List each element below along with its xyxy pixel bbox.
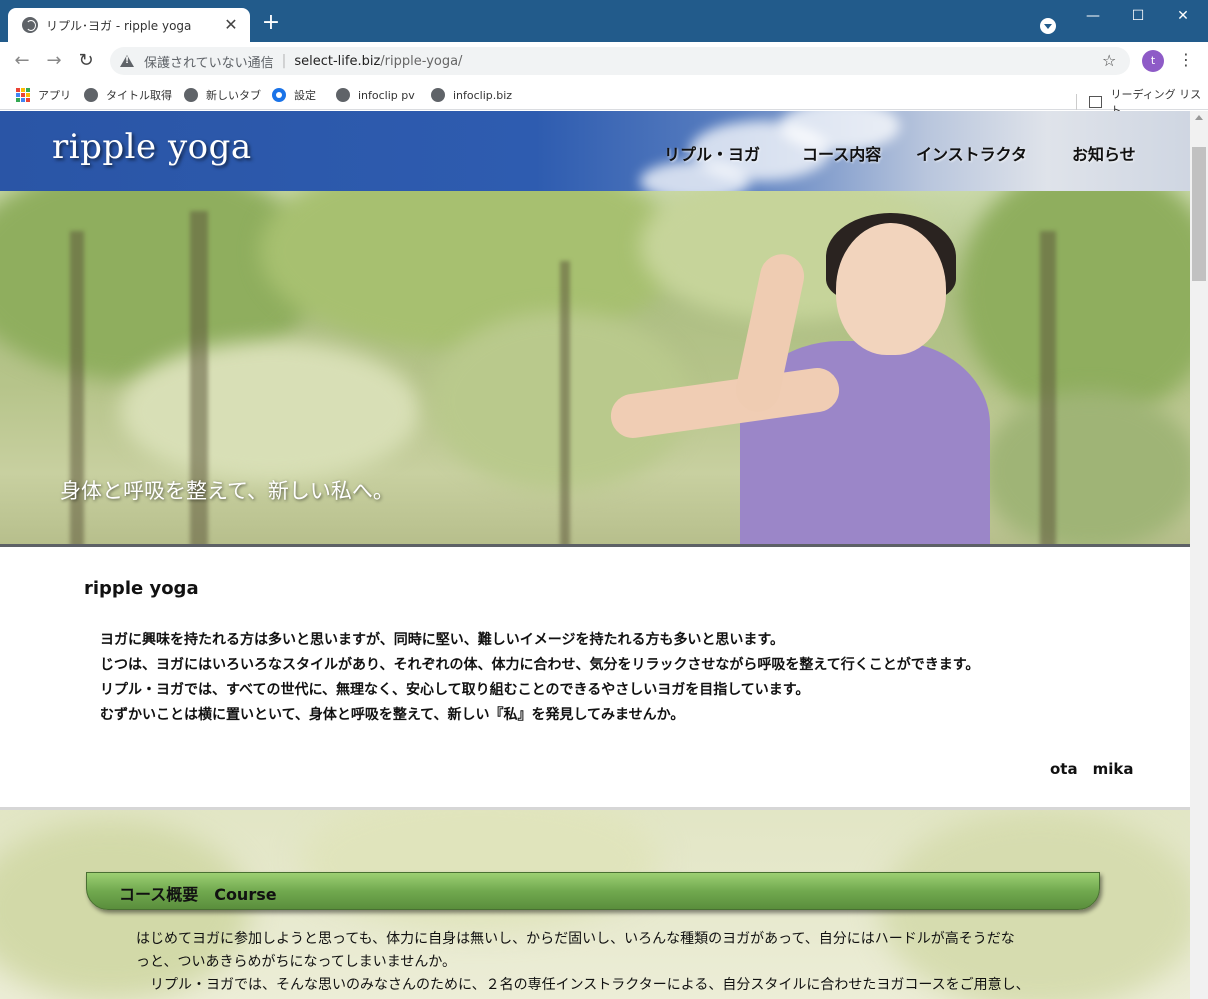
page-scrollbar[interactable]: [1190, 111, 1208, 999]
browser-tab-bar: リプル･ヨガ - ripple yoga ✕ + — ☐ ✕: [0, 0, 1208, 42]
course-paragraph: はじめてヨガに参加しようと思っても、体力に自身は無いし、からだ固いし、いろんな種…: [136, 931, 1015, 947]
reload-button[interactable]: ↻: [74, 50, 98, 72]
address-bar[interactable]: 保護されていない通信 | select-life.biz/ripple-yoga…: [110, 47, 1130, 75]
hero-image: 身体と呼吸を整えて、新しい私へ。: [0, 191, 1190, 547]
browser-tab[interactable]: リプル･ヨガ - ripple yoga ✕: [8, 8, 250, 42]
course-section: コース概要 Course はじめてヨガに参加しようと思っても、体力に自身は無いし…: [0, 810, 1190, 999]
course-paragraph: っと、ついあきらめがちになってしまいませんか。: [136, 954, 457, 970]
reading-list-icon: [1088, 96, 1103, 108]
profile-avatar[interactable]: t: [1142, 50, 1164, 72]
bookmark-label: タイトル取得: [106, 89, 172, 102]
back-button[interactable]: ←: [10, 50, 34, 72]
bookmark-label: infoclip pv: [358, 88, 415, 102]
address-separator: |: [281, 53, 287, 69]
intro-body: ヨガに興味を持たれる方は多いと思いますが、同時に堅い、難しいイメージを持たれる方…: [100, 628, 1100, 728]
nav-item-news[interactable]: お知らせ: [1072, 141, 1136, 165]
url-host: select-life.biz: [294, 53, 381, 69]
maximize-button[interactable]: ☐: [1115, 4, 1161, 28]
bookmark-infoclip-pv[interactable]: infoclip pv: [336, 86, 415, 104]
scroll-thumb[interactable]: [1192, 147, 1206, 281]
foliage-decoration: [300, 810, 660, 930]
new-tab-button[interactable]: +: [260, 12, 282, 34]
site-header: ripple yoga リプル・ヨガ コース内容 インストラクタ お知らせ: [0, 111, 1190, 201]
minimize-button[interactable]: —: [1070, 4, 1116, 28]
bookmark-title-get[interactable]: タイトル取得: [84, 86, 172, 104]
intro-paragraph: リプル・ヨガでは、すべての世代に、無理なく、安心して取り組むことのできるやさしい…: [100, 682, 810, 698]
globe-icon: [336, 88, 350, 102]
browser-toolbar: ← → ↻ 保護されていない通信 | select-life.biz/rippl…: [0, 42, 1208, 80]
bookmark-new-tab[interactable]: 新しいタブ: [184, 86, 261, 104]
nav-item-course[interactable]: コース内容: [802, 141, 881, 165]
course-heading-bar: コース概要 Course: [86, 872, 1100, 910]
intro-paragraph: むずかいことは横に置いといて、身体と呼吸を整えて、新しい『私』を発見してみません…: [100, 707, 685, 723]
tree-trunk: [560, 261, 570, 544]
browser-menu-icon[interactable]: ⋮: [1178, 50, 1194, 69]
intro-signature: ota mika: [1050, 760, 1134, 778]
intro-paragraph: じつは、ヨガにはいろいろなスタイルがあり、それぞれの体、体力に合わせ、気分をリラ…: [100, 657, 980, 673]
bookmark-star-icon[interactable]: ☆: [1102, 51, 1116, 70]
tab-close-icon[interactable]: ✕: [222, 16, 240, 34]
course-body: はじめてヨガに参加しようと思っても、体力に自身は無いし、からだ固いし、いろんな種…: [136, 928, 1036, 997]
bookmark-label: アプリ: [38, 89, 71, 102]
bookmark-settings[interactable]: 設定: [272, 86, 316, 104]
bookmark-label: infoclip.biz: [453, 88, 513, 102]
foliage-decoration: [120, 341, 420, 481]
nav-item-instructor[interactable]: インストラクタ: [916, 141, 1027, 165]
apps-icon: [16, 88, 30, 102]
scroll-up-arrow-icon[interactable]: [1195, 115, 1203, 120]
url-path: /ripple-yoga/: [380, 53, 463, 69]
warning-icon[interactable]: [120, 55, 134, 67]
hero-tagline: 身体と呼吸を整えて、新しい私へ。: [60, 479, 394, 503]
intro-title: ripple yoga: [84, 578, 199, 599]
foliage-decoration: [960, 191, 1190, 421]
bookmark-infoclip-biz[interactable]: infoclip.biz: [431, 86, 512, 104]
tree-trunk: [1040, 231, 1056, 544]
forward-button[interactable]: →: [42, 50, 66, 72]
course-heading: コース概要 Course: [119, 885, 277, 904]
globe-icon: [22, 17, 38, 33]
foliage-decoration: [980, 391, 1190, 544]
divider: [1076, 94, 1077, 110]
security-status[interactable]: 保護されていない通信: [144, 52, 274, 71]
nav-item-ripple-yoga[interactable]: リプル・ヨガ: [664, 141, 760, 165]
course-paragraph: リプル・ヨガでは、そんな思いのみなさんのために、２名の専任インストラクターによる…: [136, 977, 1030, 993]
person-face: [836, 223, 946, 355]
site-logo[interactable]: ripple yoga: [52, 127, 252, 167]
globe-icon: [431, 88, 445, 102]
tab-title: リプル･ヨガ - ripple yoga: [46, 18, 192, 33]
bookmark-label: 設定: [294, 89, 316, 102]
intro-paragraph: ヨガに興味を持たれる方は多いと思いますが、同時に堅い、難しいイメージを持たれる方…: [100, 632, 785, 648]
globe-icon: [184, 88, 198, 102]
web-page: ripple yoga リプル・ヨガ コース内容 インストラクタ お知らせ 身体…: [0, 111, 1190, 999]
intro-section: ripple yoga ヨガに興味を持たれる方は多いと思いますが、同時に堅い、難…: [0, 550, 1190, 810]
gear-icon: [272, 88, 286, 102]
globe-icon: [84, 88, 98, 102]
bookmarks-bar: アプリ タイトル取得 新しいタブ 設定 infoclip pv infoclip…: [0, 80, 1208, 117]
bookmark-apps[interactable]: アプリ: [16, 86, 71, 104]
tab-search-icon[interactable]: [1040, 18, 1056, 34]
bookmark-label: 新しいタブ: [206, 89, 261, 102]
close-window-button[interactable]: ✕: [1160, 4, 1206, 28]
